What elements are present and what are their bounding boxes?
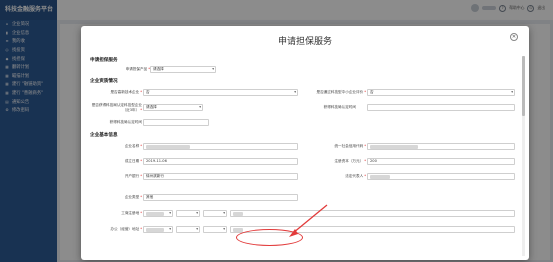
annotation-arrow bbox=[289, 204, 328, 237]
